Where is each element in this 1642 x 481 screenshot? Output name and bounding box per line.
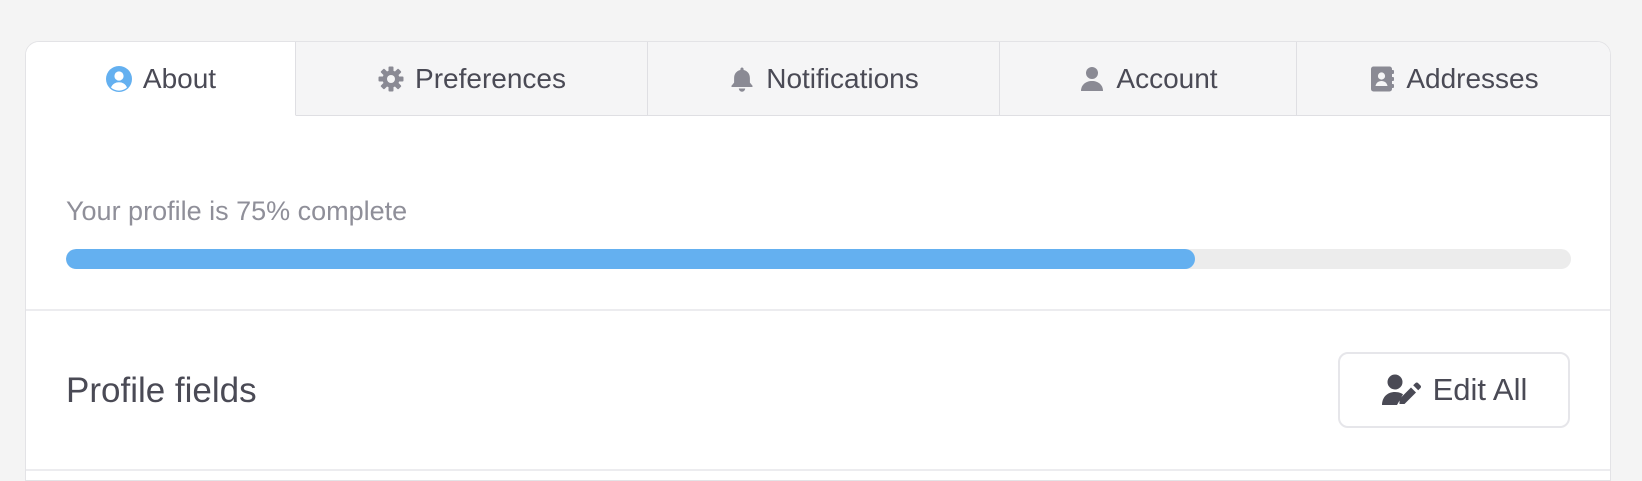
- profile-fields-header: Profile fields Edit All: [26, 311, 1610, 471]
- edit-all-label: Edit All: [1432, 372, 1528, 407]
- tab-preferences[interactable]: Preferences: [296, 42, 648, 116]
- section-title: Profile fields: [66, 371, 257, 410]
- tab-bar: About Preferences Notifications Account …: [26, 42, 1610, 116]
- user-icon: [1078, 65, 1106, 93]
- bell-icon: [728, 65, 756, 93]
- tab-account[interactable]: Account: [1000, 42, 1297, 116]
- user-circle-icon: [105, 65, 133, 93]
- tab-label: Notifications: [766, 62, 919, 94]
- tab-label: Preferences: [415, 62, 566, 94]
- settings-card: About Preferences Notifications Account …: [25, 41, 1611, 481]
- tab-addresses[interactable]: Addresses: [1297, 42, 1610, 116]
- progress-bar: [66, 249, 1571, 269]
- tab-label: Addresses: [1406, 62, 1539, 94]
- profile-progress-section: Your profile is 75% complete: [26, 116, 1610, 311]
- address-book-icon: [1368, 65, 1396, 93]
- progress-label: Your profile is 75% complete: [66, 196, 408, 226]
- progress-fill: [66, 249, 1195, 269]
- tab-about[interactable]: About: [26, 42, 296, 116]
- tab-label: About: [142, 62, 217, 94]
- edit-all-button[interactable]: Edit All: [1338, 352, 1570, 428]
- user-edit-icon: [1381, 373, 1423, 407]
- tab-label: Account: [1116, 62, 1218, 94]
- gear-icon: [377, 65, 405, 93]
- tab-notifications[interactable]: Notifications: [648, 42, 1000, 116]
